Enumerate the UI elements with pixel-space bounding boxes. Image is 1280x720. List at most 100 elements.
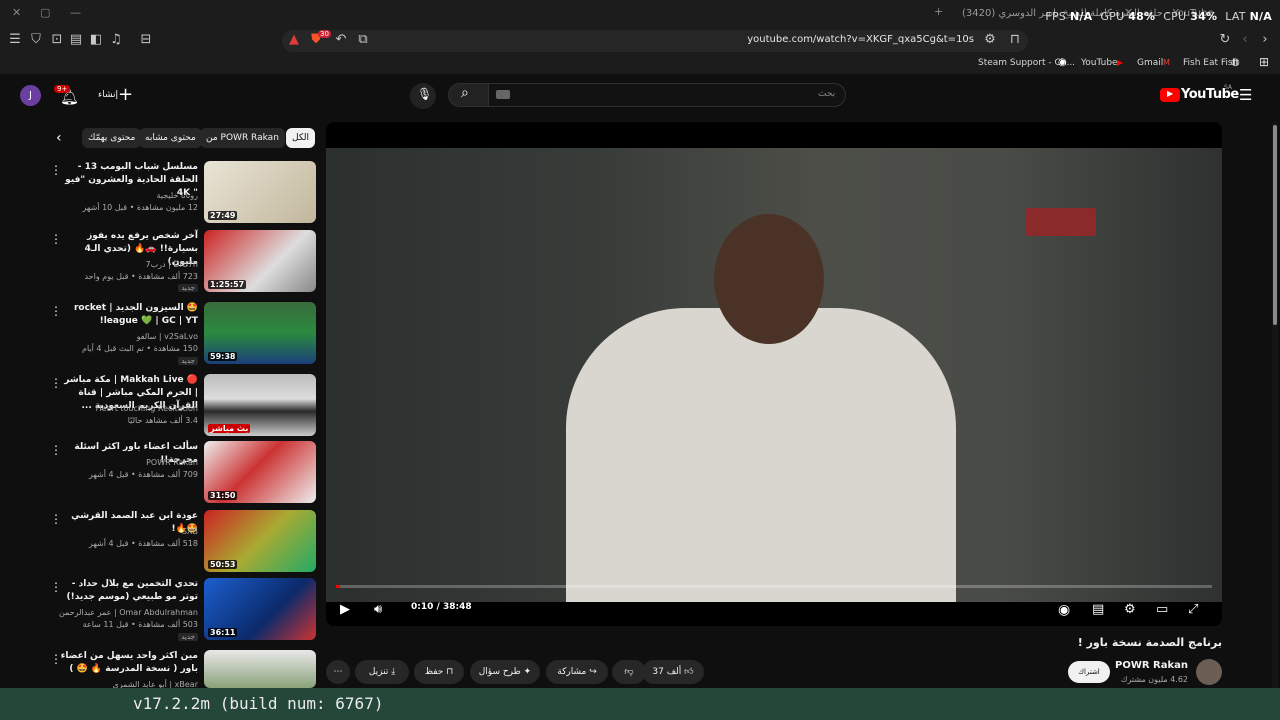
chip-all[interactable]: الكل <box>286 128 316 148</box>
channel-name[interactable]: POWR Rakan <box>146 458 198 467</box>
video-thumbnail[interactable]: 31:50 <box>204 441 316 503</box>
more-actions-icon[interactable]: ⋮ <box>50 376 62 390</box>
download-button[interactable]: تنزيل ⤓ <box>355 660 409 684</box>
more-actions-icon[interactable]: ⋮ <box>50 580 62 594</box>
video-thumbnail[interactable]: 59:38 <box>204 302 316 364</box>
thumbs-up-icon: 👍︎ <box>684 667 694 677</box>
channel-name[interactable]: Heart touching Recitation <box>96 404 198 413</box>
list-item[interactable]: مين اكثر واحد يسهل من اعضاء باور ( نسخة … <box>40 650 316 688</box>
more-actions-button[interactable]: ⋯ <box>326 660 350 684</box>
video-thumbnail[interactable]: 1:25:57 <box>204 230 316 292</box>
scrollbar-thumb[interactable] <box>1273 125 1277 325</box>
channel-name[interactable]: روتانا خليجية <box>157 191 198 200</box>
channel-name[interactable]: Drb7h | درب7 <box>145 260 198 269</box>
list-item[interactable]: 50:53 عودة ابن عبد الصمد القرشي 🤩🔥! SXB … <box>40 510 316 574</box>
list-item[interactable]: 59:38 🤩 السيزون الجديد | rocket league 💚… <box>40 302 316 366</box>
video-title[interactable]: 🤩 السيزون الجديد | rocket league 💚 | GC … <box>58 302 198 328</box>
maximize-window-icon[interactable]: ▢ <box>40 6 50 19</box>
video-thumbnail[interactable]: بث مباشر <box>204 374 316 436</box>
menu-icon[interactable]: ☰ <box>7 32 23 48</box>
video-meta: 3.4 ألف مشاهد حاليًا <box>127 416 198 425</box>
channel-avatar[interactable] <box>1196 659 1222 685</box>
more-actions-icon[interactable]: ⋮ <box>50 512 62 526</box>
chip-similar[interactable]: محتوى مشابه <box>139 128 202 148</box>
keyboard-icon[interactable] <box>496 90 510 99</box>
dislike-button[interactable]: 👎︎ <box>612 660 646 684</box>
bookmark-icon[interactable]: ⊡ <box>49 32 65 48</box>
video-title[interactable]: تحدي التخمين مع بلال حداد - توتر مو طبيع… <box>58 578 198 604</box>
tabs-icon[interactable]: ▤ <box>68 32 84 48</box>
shield-icon[interactable]: ⛉ <box>28 32 44 48</box>
new-tab-icon[interactable]: + <box>934 5 943 18</box>
list-item[interactable]: بث مباشر 🔴 Makkah Live | مكة مباشر | الح… <box>40 374 316 438</box>
more-actions-icon[interactable]: ⋮ <box>50 652 62 666</box>
list-item[interactable]: 36:11 تحدي التخمين مع بلال حداد - توتر م… <box>40 578 316 642</box>
back-icon[interactable]: ‹ <box>1237 32 1253 48</box>
close-window-icon[interactable]: ✕ <box>12 6 21 19</box>
video-thumbnail[interactable]: 27:49 <box>204 161 316 223</box>
like-button[interactable]: 37 ألف 👍︎ <box>642 660 704 684</box>
subscribe-button[interactable]: اشتراك <box>1068 661 1110 683</box>
channel-name[interactable]: xBear | أبو عابد الشمري <box>112 680 198 688</box>
create-label[interactable]: إنشاء <box>98 90 118 100</box>
list-item[interactable]: 27:49 مسلسل شباب البومب 13 - الحلقة الحا… <box>40 161 316 225</box>
screenshot-icon[interactable]: ⧉ <box>355 32 371 48</box>
bookmark-youtube[interactable]: YouTube <box>1081 58 1118 68</box>
more-actions-icon[interactable]: ⋮ <box>50 443 62 457</box>
video-title[interactable]: مين اكثر واحد يسهل من اعضاء باور ( نسخة … <box>58 650 198 676</box>
list-item[interactable]: 31:50 سألت اعضاء باور اكثر اسئلة محرجة!!… <box>40 441 316 505</box>
more-actions-icon[interactable]: ⋮ <box>50 232 62 246</box>
chips-prev-icon[interactable]: ‹ <box>56 130 62 146</box>
captions-icon[interactable]: ▤ <box>1092 602 1104 617</box>
ask-button[interactable]: طرح سؤال ✦ <box>470 660 540 684</box>
more-actions-icon[interactable]: ⋮ <box>50 163 62 177</box>
share-button[interactable]: مشاركة ↪ <box>546 660 608 684</box>
volume-icon[interactable]: 🔊︎ <box>374 602 382 617</box>
guide-menu-icon[interactable]: ☰ <box>1239 86 1252 104</box>
avatar[interactable]: J <box>20 85 41 106</box>
music-icon[interactable]: ♫ <box>108 32 124 48</box>
video-frame[interactable] <box>326 148 1222 602</box>
bookmark-gmail[interactable]: Gmail <box>1137 58 1163 68</box>
list-item[interactable]: 1:25:57 آخر شخص يرفع يده يفوز بسيارة!! 🚗… <box>40 230 316 294</box>
forward-icon[interactable]: › <box>1257 32 1273 48</box>
video-title-main: برنامج الصدمة نسخة باور ! <box>1077 636 1222 649</box>
site-settings-icon[interactable]: ⚙ <box>982 32 998 48</box>
back-in-history-icon[interactable]: ↶ <box>333 32 349 48</box>
channel-name-main[interactable]: POWR Rakan <box>1115 660 1188 671</box>
search-input[interactable] <box>488 83 846 107</box>
video-player[interactable]: ▶ 🔊︎ 0:10 / 38:48 ◉ ▤ ⚙ ▭ ⤢ <box>326 122 1222 626</box>
video-meta: 518 ألف مشاهدة • قبل 4 أشهر <box>88 539 198 548</box>
add-bookmark-icon[interactable]: ⊓ <box>1007 32 1023 48</box>
video-thumbnail[interactable] <box>204 650 316 688</box>
chip-for-you[interactable]: محتوى يهمّك <box>82 128 142 148</box>
video-title[interactable]: عودة ابن عبد الصمد القرشي 🤩🔥! <box>58 510 198 536</box>
fullscreen-icon[interactable]: ⤢ <box>1188 602 1198 617</box>
reload-icon[interactable]: ↻ <box>1217 32 1233 48</box>
apps-grid-icon[interactable]: ⊞ <box>1259 55 1269 69</box>
create-plus-icon[interactable]: + <box>118 84 133 105</box>
url-text[interactable]: youtube.com/watch?v=XKGF_qxa5Cg&t=10s <box>747 34 974 45</box>
bookmark-fish-eat-fish[interactable]: Fish Eat Fish <box>1183 58 1238 68</box>
theater-mode-icon[interactable]: ▭ <box>1156 602 1168 617</box>
channel-name[interactable]: v2SaLvo | سالفو <box>137 332 198 341</box>
channel-name[interactable]: SXB <box>182 527 198 536</box>
channel-name[interactable]: Omar Abdulrahman | عمر عبدالرحمن <box>59 608 198 617</box>
video-thumbnail[interactable]: 50:53 <box>204 510 316 572</box>
play-icon[interactable]: ▶ <box>340 602 350 617</box>
title-bar: ✕ ▢ — + (3420) حلقة البقرة كاملة للشيخ ي… <box>0 0 1280 28</box>
chip-from-channel[interactable]: من POWR Rakan <box>200 128 285 148</box>
more-actions-icon[interactable]: ⋮ <box>50 304 62 318</box>
globe-icon: ◍ <box>1231 57 1240 68</box>
video-thumbnail[interactable]: 36:11 <box>204 578 316 640</box>
save-button[interactable]: حفظ ⊓ <box>414 660 464 684</box>
sidebar-icon[interactable]: ◧ <box>88 32 104 48</box>
split-view-icon[interactable]: ⊟ <box>138 32 154 48</box>
settings-icon[interactable]: ⚙ <box>1124 602 1136 617</box>
play-icon: ▶ <box>1167 89 1174 98</box>
autoplay-toggle-icon[interactable]: ◉ <box>1058 602 1070 618</box>
brave-rewards-icon[interactable]: ▲ <box>286 32 302 48</box>
gpu-value: 48% <box>1128 10 1156 23</box>
minimize-window-icon[interactable]: — <box>70 6 81 19</box>
progress-bar[interactable] <box>336 585 1212 588</box>
